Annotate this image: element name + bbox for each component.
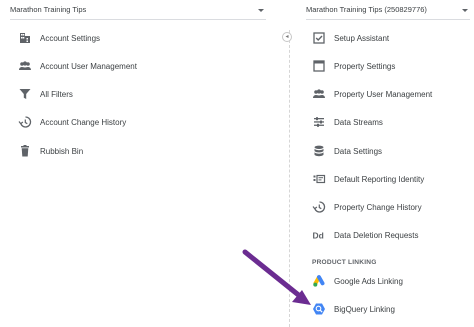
nav-label: Setup Assistant	[334, 33, 390, 43]
property-selector-label: Marathon Training Tips (250829776)	[306, 5, 427, 14]
database-icon	[312, 144, 326, 158]
account-selector-label: Marathon Training Tips	[10, 5, 87, 14]
identity-icon	[312, 172, 326, 186]
nav-data-streams[interactable]: Data Streams	[312, 112, 383, 132]
nav-account-settings[interactable]: Account Settings	[18, 28, 100, 48]
nav-bigquery-linking[interactable]: BigQuery Linking	[312, 299, 395, 319]
nav-account-user-management[interactable]: Account User Management	[18, 56, 137, 76]
nav-default-reporting-identity[interactable]: Default Reporting Identity	[312, 169, 424, 189]
nav-property-change-history[interactable]: Property Change History	[312, 197, 422, 217]
nav-data-deletion-requests[interactable]: Dd Data Deletion Requests	[312, 225, 419, 245]
nav-property-settings[interactable]: Property Settings	[312, 56, 395, 76]
nav-label: Account Change History	[40, 117, 127, 127]
building-icon	[18, 31, 32, 45]
product-linking-heading: PRODUCT LINKING	[312, 259, 377, 266]
trash-icon	[18, 144, 32, 158]
google-ads-icon	[312, 274, 326, 288]
nav-label: Account Settings	[40, 33, 101, 43]
nav-account-change-history[interactable]: Account Change History	[18, 112, 126, 132]
property-column: Marathon Training Tips (250829776) Setup…	[296, 0, 474, 327]
property-selector[interactable]: Marathon Training Tips (250829776)	[306, 2, 470, 20]
dropdown-arrow-icon	[258, 9, 264, 12]
nav-label: Google Ads Linking	[334, 276, 403, 286]
nav-google-ads-linking[interactable]: Google Ads Linking	[312, 271, 403, 291]
people-icon	[312, 87, 326, 101]
nav-data-settings[interactable]: Data Settings	[312, 141, 382, 161]
nav-label: Property Settings	[334, 61, 396, 71]
nav-label: Data Deletion Requests	[334, 230, 419, 240]
nav-label: All Filters	[40, 89, 73, 99]
streams-icon	[312, 115, 326, 129]
nav-label: Data Settings	[334, 146, 383, 156]
history-icon	[18, 115, 32, 129]
nav-label: BigQuery Linking	[334, 304, 395, 314]
people-icon	[18, 59, 32, 73]
checkbox-icon	[312, 31, 326, 45]
nav-label: Account User Management	[40, 61, 137, 71]
nav-label: Property Change History	[334, 202, 422, 212]
nav-label: Property User Management	[334, 89, 433, 99]
collapse-toggle-icon[interactable]: ◂	[282, 32, 292, 42]
bigquery-icon	[312, 302, 326, 316]
nav-setup-assistant[interactable]: Setup Assistant	[312, 28, 389, 48]
dropdown-arrow-icon	[462, 9, 468, 12]
svg-text:Dd: Dd	[313, 231, 324, 241]
nav-all-filters[interactable]: All Filters	[18, 84, 73, 104]
nav-property-user-management[interactable]: Property User Management	[312, 84, 432, 104]
nav-rubbish-bin[interactable]: Rubbish Bin	[18, 141, 83, 161]
column-divider	[289, 30, 290, 327]
account-column: Marathon Training Tips Account Settings …	[0, 0, 272, 327]
filter-icon	[18, 87, 32, 101]
history-icon	[312, 200, 326, 214]
dd-icon: Dd	[312, 228, 326, 242]
nav-label: Default Reporting Identity	[334, 174, 425, 184]
nav-label: Rubbish Bin	[40, 146, 84, 156]
nav-label: Data Streams	[334, 117, 383, 127]
account-selector[interactable]: Marathon Training Tips	[10, 2, 266, 20]
window-icon	[312, 59, 326, 73]
